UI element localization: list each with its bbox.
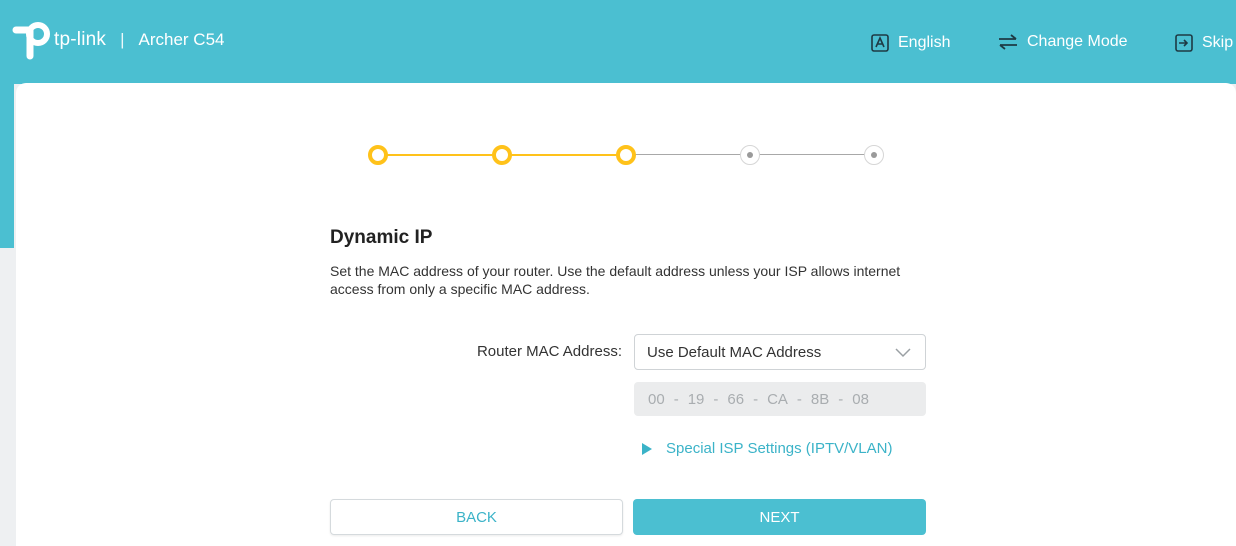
step-connector [502, 154, 626, 156]
step-completed [616, 145, 636, 165]
caret-right-icon [642, 442, 666, 455]
mac-octet: CA [767, 390, 788, 408]
mac-address-label: Router MAC Address: [476, 343, 622, 360]
exit-icon [1174, 33, 1202, 53]
language-label: English [898, 34, 951, 51]
change-mode-button[interactable]: Change Mode [997, 33, 1128, 51]
step-connector [750, 154, 874, 155]
mac-address-select[interactable]: Use Default MAC Address [634, 334, 926, 370]
mac-octet: 08 [852, 390, 869, 408]
page-title: Dynamic IP [330, 227, 433, 248]
step-completed [492, 145, 512, 165]
special-isp-label: Special ISP Settings (IPTV/VLAN) [666, 440, 893, 457]
tp-link-logo-icon [12, 20, 50, 60]
step-completed [368, 145, 388, 165]
mac-octet: 19 [687, 390, 705, 408]
step-connector [378, 154, 502, 156]
mac-address-field: 00-19-66- CA -8B -08 [634, 382, 926, 416]
progress-stepper [362, 140, 892, 170]
mac-separator: - [838, 390, 844, 408]
mac-address-select-value: Use Default MAC Address [647, 344, 822, 361]
mac-separator: - [796, 390, 802, 408]
skip-label: Skip [1202, 34, 1234, 51]
header-bar: tp-link | Archer C54 English Change Mode [0, 0, 1236, 84]
mac-octet: 8B [810, 390, 830, 408]
mac-separator: - [713, 390, 719, 408]
mac-separator: - [753, 390, 759, 408]
change-mode-label: Change Mode [1027, 33, 1128, 50]
step-pending [740, 145, 760, 165]
model-name: Archer C54 [138, 30, 225, 49]
mac-octet: 66 [727, 390, 745, 408]
page-description: Set the MAC address of your router. Use … [330, 263, 901, 297]
special-isp-toggle[interactable]: Special ISP Settings (IPTV/VLAN) [642, 440, 893, 457]
mac-separator: - [673, 390, 679, 408]
left-accent [0, 84, 14, 248]
language-icon [870, 33, 898, 53]
brand-separator: | [120, 30, 125, 49]
next-button[interactable]: NEXT [633, 499, 926, 535]
mac-octet: 00 [648, 390, 665, 408]
back-button[interactable]: BACK [330, 499, 623, 535]
brand[interactable]: tp-link | Archer C54 [12, 20, 225, 60]
step-pending [864, 145, 884, 165]
brand-name: tp-link [54, 29, 107, 50]
swap-arrows-icon [997, 33, 1027, 51]
step-connector [626, 154, 750, 155]
skip-button[interactable]: Skip [1174, 33, 1233, 53]
language-button[interactable]: English [870, 33, 950, 53]
